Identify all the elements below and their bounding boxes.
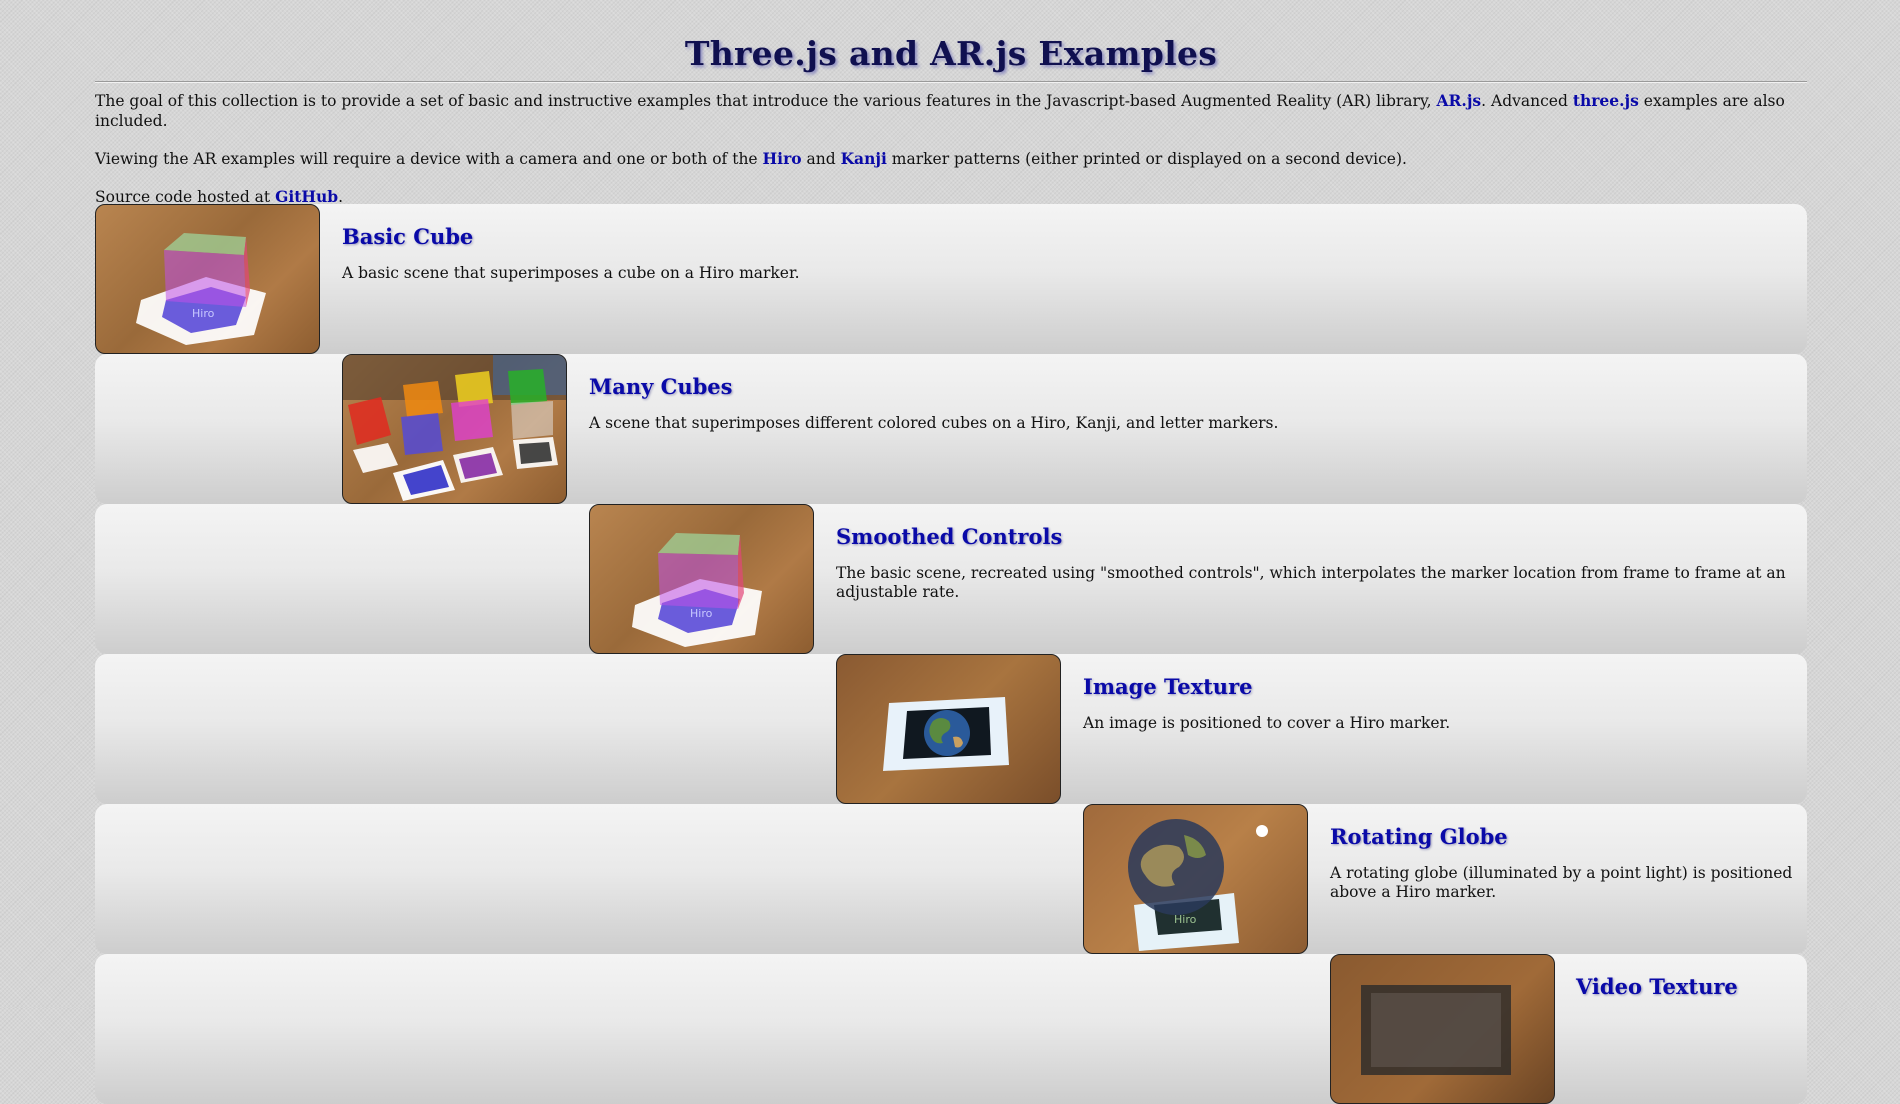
many-cubes-icon bbox=[343, 355, 566, 501]
example-thumbnail[interactable]: Hiro bbox=[589, 504, 814, 654]
example-row: Many Cubes A scene that superimposes dif… bbox=[95, 354, 1807, 504]
example-title-image-texture[interactable]: Image Texture bbox=[1083, 674, 1253, 699]
example-row: Image Texture An image is positioned to … bbox=[95, 654, 1807, 804]
example-thumbnail[interactable] bbox=[342, 354, 567, 504]
example-thumbnail[interactable] bbox=[1330, 954, 1555, 1104]
example-description: An image is positioned to cover a Hiro m… bbox=[1083, 714, 1451, 732]
globe-icon: Hiro bbox=[1128, 819, 1268, 951]
svg-text:Hiro: Hiro bbox=[690, 607, 713, 620]
video-icon bbox=[1361, 985, 1511, 1075]
page-container: Three.js and AR.js Examples The goal of … bbox=[95, 0, 1807, 1104]
example-thumbnail[interactable] bbox=[836, 654, 1061, 804]
svg-text:Hiro: Hiro bbox=[192, 307, 215, 320]
intro-text: and bbox=[801, 150, 841, 168]
kanji-link[interactable]: Kanji bbox=[841, 149, 887, 168]
intro-text: marker patterns (either printed or displ… bbox=[886, 150, 1407, 168]
example-title-many-cubes[interactable]: Many Cubes bbox=[589, 374, 732, 399]
threejs-link[interactable]: three.js bbox=[1573, 91, 1639, 110]
example-row: Hiro Basic Cube A basic scene that super… bbox=[95, 204, 1807, 354]
intro-text: . Advanced bbox=[1481, 92, 1573, 110]
example-title-video-texture[interactable]: Video Texture bbox=[1576, 974, 1738, 999]
example-title-basic-cube[interactable]: Basic Cube bbox=[342, 224, 473, 249]
intro-text: Viewing the AR examples will require a d… bbox=[95, 150, 763, 168]
example-thumbnail[interactable]: Hiro bbox=[95, 204, 320, 354]
example-description: A basic scene that superimposes a cube o… bbox=[342, 264, 800, 282]
intro-text: The goal of this collection is to provid… bbox=[95, 92, 1437, 110]
divider-top bbox=[95, 81, 1807, 83]
example-title-rotating-globe[interactable]: Rotating Globe bbox=[1330, 824, 1508, 849]
cube-on-marker-icon: Hiro bbox=[632, 533, 762, 647]
example-description: A scene that superimposes different colo… bbox=[589, 414, 1279, 432]
example-description: The basic scene, recreated using "smooth… bbox=[836, 564, 1786, 601]
example-title-smoothed-controls[interactable]: Smoothed Controls bbox=[836, 524, 1062, 549]
example-row: Video Texture bbox=[95, 954, 1807, 1104]
cube-on-marker-icon: Hiro bbox=[136, 233, 266, 345]
example-thumbnail[interactable]: Hiro bbox=[1083, 804, 1308, 954]
intro-paragraph-ar: The goal of this collection is to provid… bbox=[95, 91, 1807, 131]
example-row: Hiro Smoothed Controls The basic scene, … bbox=[95, 504, 1807, 654]
earth-image-icon bbox=[883, 697, 1009, 771]
hiro-link[interactable]: Hiro bbox=[763, 149, 802, 168]
example-row: Hiro Rotating Globe A rotating globe (il… bbox=[95, 804, 1807, 954]
arjs-link[interactable]: AR.js bbox=[1437, 91, 1482, 110]
example-description: A rotating globe (illuminated by a point… bbox=[1330, 864, 1793, 901]
intro-paragraph-markers: Viewing the AR examples will require a d… bbox=[95, 149, 1807, 169]
page-title: Three.js and AR.js Examples bbox=[684, 34, 1218, 73]
